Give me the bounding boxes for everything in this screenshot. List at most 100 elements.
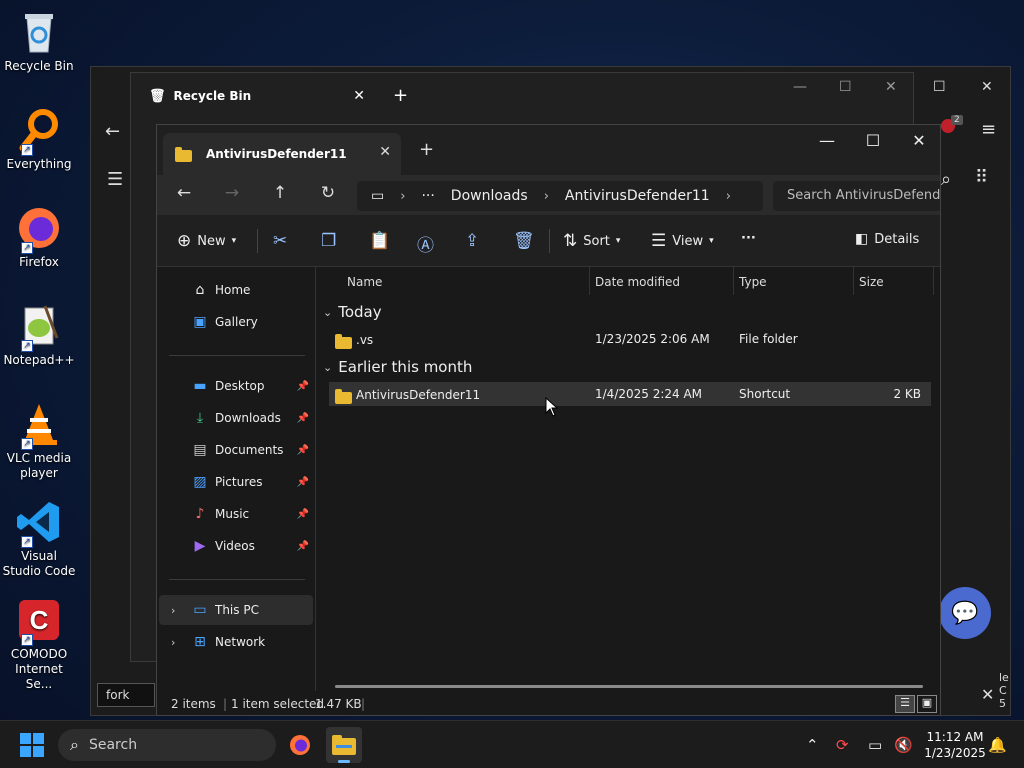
refresh-icon[interactable]: ↻ (315, 183, 341, 207)
maximize-icon[interactable]: ☐ (853, 131, 893, 150)
notification-bell-icon[interactable]: 🔔 (988, 736, 1007, 754)
pin-icon[interactable]: 📌 (297, 541, 309, 552)
sort-button[interactable]: ⇅ Sort ▾ (563, 231, 620, 251)
close-icon[interactable]: ✕ (885, 79, 897, 95)
nav-item-pictures[interactable]: ▨ Pictures 📌 (159, 467, 313, 497)
network-status-icon[interactable]: ▭ (868, 736, 882, 754)
pin-icon[interactable]: 📌 (297, 477, 309, 488)
breadcrumb-antivirusdefender11[interactable]: AntivirusDefender11 (565, 188, 710, 204)
chevron-right-icon[interactable]: › (726, 189, 731, 204)
column-header-size[interactable]: Size (859, 275, 884, 289)
nav-item-downloads[interactable]: ⤓ Downloads 📌 (159, 403, 313, 433)
file-explorer-window[interactable]: AntivirusDefender11 ✕ + — ☐ ✕ ← → ↑ ↻ ▭ … (156, 124, 941, 716)
details-button[interactable]: ◧ Details (855, 231, 919, 247)
pin-icon[interactable]: 📌 (297, 413, 309, 424)
chat-bubble-icon[interactable]: 💬 (939, 587, 991, 639)
nav-item-documents[interactable]: ▤ Documents 📌 (159, 435, 313, 465)
column-header-type[interactable]: Type (739, 275, 767, 289)
nav-item-label: Network (215, 635, 266, 649)
minimize-icon[interactable]: — (807, 131, 847, 150)
new-tab-icon[interactable]: + (393, 85, 408, 106)
details-view-icon[interactable]: ☰ (895, 695, 915, 713)
nav-item-videos[interactable]: ▶ Videos 📌 (159, 531, 313, 561)
desktop-icon-everything[interactable]: ↗ Everything (2, 106, 76, 172)
nav-item-home[interactable]: ⌂ Home (159, 275, 313, 305)
close-tab-icon[interactable]: ✕ (379, 144, 391, 160)
share-button[interactable]: ⇪ (465, 231, 479, 251)
table-row[interactable]: AntivirusDefender11 1/4/2025 2:24 AM Sho… (329, 382, 931, 406)
desktop-icon-firefox[interactable]: ↗ Firefox (2, 204, 76, 270)
cut-button[interactable]: ✂ (273, 231, 287, 251)
column-header-name[interactable]: Name (347, 275, 382, 289)
start-button[interactable] (20, 733, 44, 757)
close-tab-icon[interactable]: ✕ (353, 88, 365, 104)
tab-recycle-bin[interactable]: 🗑 Recycle Bin ✕ (139, 81, 369, 111)
column-divider[interactable] (589, 267, 590, 295)
back-arrow-icon[interactable]: ← (105, 121, 120, 142)
column-header-date[interactable]: Date modified (595, 275, 680, 289)
volume-muted-icon[interactable]: 🔇 (894, 736, 913, 754)
desktop-icon-vlc[interactable]: ↗ VLC media player (2, 400, 76, 481)
desktop-icon-recycle-bin[interactable]: Recycle Bin (2, 8, 76, 74)
desktop-icon-vscode[interactable]: ↗ Visual Studio Code (2, 498, 76, 579)
new-tab-icon[interactable]: + (419, 139, 434, 160)
rename-button[interactable]: Ⓐ (417, 231, 434, 256)
search-icon[interactable]: ⌕ (941, 169, 951, 190)
taskbar-file-explorer[interactable] (326, 727, 362, 763)
close-icon[interactable]: ✕ (981, 685, 994, 704)
nav-item-network[interactable]: › ⊞ Network (159, 627, 313, 657)
menu-icon[interactable]: ≡ (981, 119, 996, 140)
chevron-right-icon[interactable]: › (400, 189, 405, 204)
paste-button[interactable]: 📋 (369, 231, 390, 251)
close-icon[interactable]: ✕ (981, 79, 993, 95)
chevron-right-icon[interactable]: › (544, 189, 549, 204)
desktop-icon-comodo[interactable]: C ↗ COMODO Internet Se... (2, 596, 76, 692)
up-arrow-icon[interactable]: ↑ (267, 183, 293, 207)
comodo-icon: C ↗ (15, 596, 63, 646)
group-header-today[interactable]: ⌄ Today (323, 303, 382, 321)
maximize-icon[interactable]: ☐ (933, 79, 946, 95)
breadcrumb-more[interactable]: ··· (421, 188, 434, 204)
apps-grid-icon[interactable]: ⠿ (975, 167, 988, 188)
nav-item-music[interactable]: ♪ Music 📌 (159, 499, 313, 529)
copy-button[interactable]: ❐ (321, 231, 336, 251)
maximize-icon[interactable]: ☐ (839, 79, 852, 95)
taskbar-firefox[interactable] (282, 727, 318, 763)
pin-icon[interactable]: 📌 (297, 445, 309, 456)
pin-icon[interactable]: 📌 (297, 381, 309, 392)
nav-item-desktop[interactable]: ▬ Desktop 📌 (159, 371, 313, 401)
breadcrumb[interactable]: ▭ › ··· Downloads › AntivirusDefender11 … (357, 181, 763, 211)
chevron-right-icon[interactable]: › (171, 604, 175, 617)
nav-item-this-pc[interactable]: › ▭ This PC (159, 595, 313, 625)
new-button[interactable]: ⊕ New ▾ (177, 231, 236, 251)
chevron-up-icon[interactable]: ⌃ (806, 736, 819, 754)
forward-arrow-icon[interactable]: → (219, 183, 245, 207)
taskbar-search[interactable]: ⌕ Search (58, 729, 276, 761)
tab-antivirusdefender11[interactable]: AntivirusDefender11 ✕ (163, 133, 401, 175)
monitor-icon[interactable]: ▭ (371, 188, 384, 204)
details-pane-icon: ◧ (855, 231, 869, 247)
column-divider[interactable] (733, 267, 734, 295)
minimize-icon[interactable]: — (793, 79, 807, 95)
view-button[interactable]: ☰ View ▾ (651, 231, 714, 251)
more-options-button[interactable]: ··· (741, 231, 756, 246)
tiles-view-icon[interactable]: ▣ (917, 695, 937, 713)
table-row[interactable]: .vs 1/23/2025 2:06 AM File folder (329, 327, 931, 351)
column-divider[interactable] (853, 267, 854, 295)
delete-button[interactable]: 🗑 (513, 231, 535, 251)
clock[interactable]: 11:12 AM 1/23/2025 (916, 729, 994, 761)
pin-icon[interactable]: 📌 (297, 509, 309, 520)
chevron-right-icon[interactable]: › (171, 636, 175, 649)
desktop-icon-notepad-plus-plus[interactable]: ↗ Notepad++ (2, 302, 76, 368)
nav-item-gallery[interactable]: ▣ Gallery (159, 307, 313, 337)
column-divider[interactable] (933, 267, 934, 295)
breadcrumb-downloads[interactable]: Downloads (451, 188, 528, 204)
close-icon[interactable]: ✕ (899, 131, 939, 150)
horizontal-scrollbar[interactable] (335, 685, 923, 688)
back-arrow-icon[interactable]: ← (171, 183, 197, 207)
hamburger-menu-icon[interactable]: ☰ (107, 169, 123, 190)
search-input[interactable]: fork (97, 683, 155, 707)
search-input[interactable]: Search AntivirusDefender11 (773, 181, 940, 211)
sync-icon[interactable]: ⟳ (836, 736, 849, 754)
group-header-earlier-this-month[interactable]: ⌄ Earlier this month (323, 358, 472, 376)
